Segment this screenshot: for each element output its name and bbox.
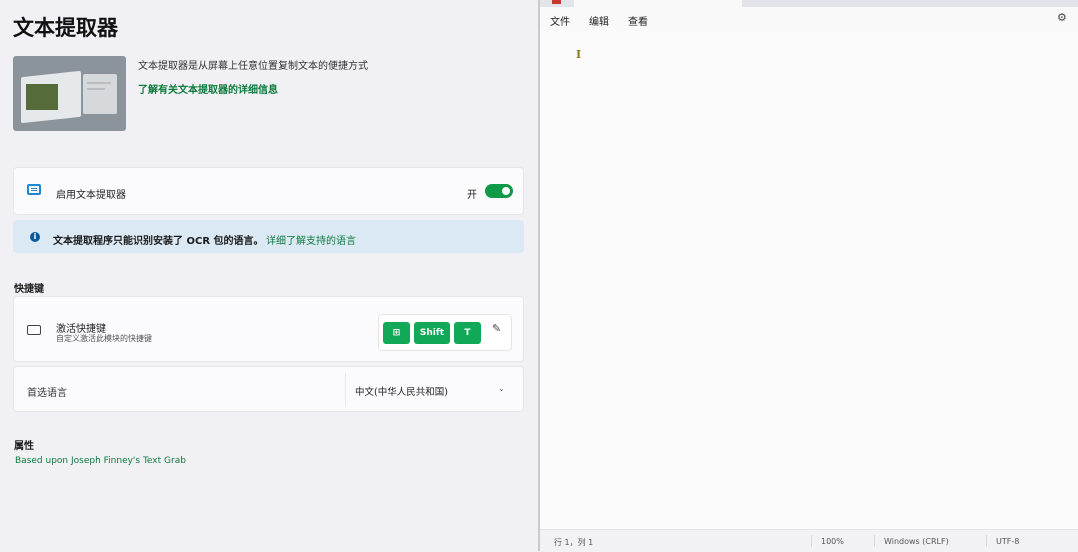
attribution-heading: 属性 [14, 441, 34, 452]
settings-panel: 文本提取器 文本提取器是从屏幕上任意位置复制文本的便捷方式 了解有关文本提取器的… [0, 0, 538, 551]
learn-more-link[interactable]: 了解有关文本提取器的详细信息 [138, 81, 278, 96]
status-separator [874, 535, 875, 547]
menu-view[interactable]: 查看 [628, 13, 648, 28]
attribution-link[interactable]: Based upon Joseph Finney's Text Grab [15, 456, 186, 466]
notepad-app-icon [552, 0, 561, 4]
edit-shortcut-pencil-icon[interactable]: ✎ [492, 323, 502, 334]
keyboard-icon [27, 325, 41, 335]
text-extractor-icon [27, 184, 41, 195]
hero-text-line [87, 88, 105, 90]
text-editor-area[interactable]: I [540, 30, 1078, 529]
menu-file[interactable]: 文件 [550, 13, 570, 28]
info-icon: i [30, 232, 40, 242]
shortcut-section-heading: 快捷键 [14, 284, 44, 295]
supported-languages-link[interactable]: 详细了解支持的语言 [266, 232, 356, 247]
encoding: UTF-8 [996, 537, 1020, 546]
page-title: 文本提取器 [13, 16, 118, 40]
gear-icon[interactable]: ⚙ [1057, 11, 1067, 24]
status-separator [811, 535, 812, 547]
menu-edit[interactable]: 编辑 [589, 13, 609, 28]
shift-key: Shift [414, 322, 450, 344]
enable-text-extractor-card: 启用文本提取器 开 [13, 167, 524, 215]
chevron-down-icon: ⌄ [498, 384, 505, 393]
text-cursor-icon: I [576, 48, 582, 61]
status-bar: 行 1，列 1 100% Windows (CRLF) UTF-8 [540, 529, 1078, 552]
info-message: 文本提取程序只能识别安装了 OCR 包的语言。 [53, 236, 264, 247]
ocr-info-bar: i 文本提取程序只能识别安装了 OCR 包的语言。 详细了解支持的语言 [13, 220, 524, 253]
enable-toggle[interactable] [485, 184, 513, 198]
enable-label: 启用文本提取器 [56, 190, 126, 201]
hero-side-window-illustration [83, 74, 117, 114]
hero-photo-illustration [26, 84, 58, 110]
hero-image [13, 56, 126, 131]
language-label: 首选语言 [27, 388, 67, 399]
language-dropdown[interactable]: 中文(中华人民共和国) ⌄ [345, 373, 514, 406]
shortcut-subtitle: 自定义激活此模块的快捷键 [56, 334, 152, 343]
t-key: T [454, 322, 481, 344]
zoom-level: 100% [821, 537, 844, 546]
tab-strip [540, 0, 1078, 7]
toggle-state-label: 开 [467, 190, 477, 201]
tab-untitled[interactable] [552, 0, 742, 7]
win-key: ⊞ [383, 322, 410, 344]
toggle-knob [502, 187, 510, 195]
hero-description: 文本提取器是从屏幕上任意位置复制文本的便捷方式 [138, 61, 368, 72]
cursor-position: 行 1，列 1 [554, 538, 594, 547]
activation-shortcut-card: 激活快捷键 自定义激活此模块的快捷键 ⊞ Shift T ✎ [13, 296, 524, 362]
status-separator [986, 535, 987, 547]
preferred-language-card: 首选语言 中文(中华人民共和国) ⌄ [13, 366, 524, 412]
language-value: 中文(中华人民共和国) [355, 387, 448, 398]
notepad-window: 文件 编辑 查看 ⚙ I 行 1，列 1 100% Windows (CRLF)… [540, 0, 1078, 552]
hero-text-line [87, 82, 111, 84]
line-ending: Windows (CRLF) [884, 537, 949, 546]
